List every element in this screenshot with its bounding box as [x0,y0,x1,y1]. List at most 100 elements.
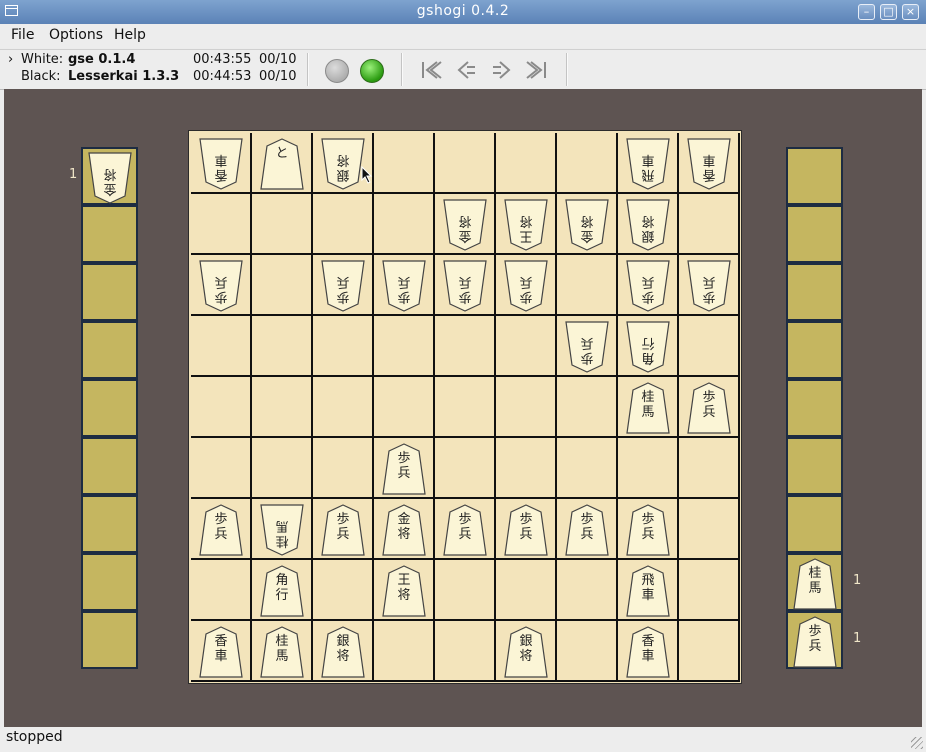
board-square[interactable]: 歩 兵 [618,499,679,560]
board-square[interactable] [313,194,374,255]
board-square[interactable]: 香 車 [618,621,679,682]
shogi-piece[interactable]: 歩 兵 [564,503,610,557]
board-square[interactable] [557,621,618,682]
shogi-piece[interactable]: 香 車 [625,625,671,679]
shogi-piece[interactable]: 歩 兵 [564,320,610,374]
shogi-piece[interactable]: 王 将 [381,564,427,618]
board-square[interactable] [435,560,496,621]
hand-slot[interactable] [786,437,843,495]
board-square[interactable]: 桂 馬 [252,621,313,682]
board-square[interactable]: 歩 兵 [374,438,435,499]
shogi-piece[interactable]: 歩 兵 [686,259,732,313]
board-square[interactable] [496,438,557,499]
board-square[interactable]: 王 将 [374,560,435,621]
board-square[interactable] [557,133,618,194]
board-square[interactable]: 銀 将 [496,621,557,682]
prev-move-icon[interactable] [453,58,479,82]
board-square[interactable]: 歩 兵 [435,499,496,560]
board-square[interactable] [252,377,313,438]
board-square[interactable]: 金 将 [374,499,435,560]
stop-button[interactable] [325,59,349,83]
board-square[interactable]: 歩 兵 [557,499,618,560]
shogi-piece[interactable]: 桂 馬 [792,557,838,611]
board-square[interactable] [191,194,252,255]
shogi-piece[interactable]: 香 車 [686,137,732,191]
board-square[interactable]: 歩 兵 [313,255,374,316]
shogi-piece[interactable]: 角 行 [625,320,671,374]
go-button[interactable] [360,59,384,83]
last-move-icon[interactable] [524,58,550,82]
resize-grip-icon[interactable] [911,737,923,749]
board-square[interactable] [679,621,740,682]
board-square[interactable]: 歩 兵 [618,255,679,316]
board-square[interactable]: 香 車 [191,621,252,682]
board-square[interactable] [191,438,252,499]
hand-slot[interactable]: 歩 兵 1 [786,611,861,669]
shogi-piece[interactable]: 歩 兵 [503,259,549,313]
board-square[interactable]: 飛 車 [618,133,679,194]
shogi-piece[interactable]: 桂 馬 [259,503,305,557]
shogi-piece[interactable]: 歩 兵 [442,503,488,557]
shogi-piece[interactable]: 角 行 [259,564,305,618]
board-square[interactable] [435,621,496,682]
board-square[interactable] [496,377,557,438]
next-move-icon[interactable] [489,58,515,82]
board-square[interactable]: 銀 将 [313,621,374,682]
board-square[interactable]: 歩 兵 [313,499,374,560]
board-square[interactable]: 桂 馬 [252,499,313,560]
board-square[interactable] [496,560,557,621]
menu-help[interactable]: Help [114,27,146,43]
hand-slot[interactable] [81,205,138,263]
hand-slot[interactable] [786,379,843,437]
shogi-piece[interactable]: 飛 車 [625,137,671,191]
shogi-piece[interactable]: 歩 兵 [442,259,488,313]
board-square[interactable] [557,438,618,499]
maximize-icon[interactable]: □ [880,4,897,20]
board-square[interactable]: 角 行 [618,316,679,377]
board-square[interactable]: 王 将 [496,194,557,255]
board-square[interactable]: 歩 兵 [557,316,618,377]
board-square[interactable]: 金 将 [435,194,496,255]
board-square[interactable]: 歩 兵 [679,255,740,316]
board-square[interactable] [435,316,496,377]
shogi-piece[interactable]: 歩 兵 [503,503,549,557]
shogi-piece[interactable]: 歩 兵 [198,259,244,313]
board-square[interactable] [252,438,313,499]
hand-slot[interactable]: 桂 馬 1 [786,553,861,611]
minimize-icon[interactable]: – [858,4,875,20]
board-square[interactable] [252,316,313,377]
board-square[interactable]: 桂 馬 [618,377,679,438]
hand-slot[interactable] [81,495,138,553]
shogi-piece[interactable]: 金 将 [564,198,610,252]
board-square[interactable] [374,133,435,194]
board-square[interactable] [557,377,618,438]
shogi-piece[interactable]: 金 将 [381,503,427,557]
hand-slot[interactable] [786,495,843,553]
shogi-piece[interactable]: 銀 将 [320,137,366,191]
board-square[interactable]: 飛 車 [618,560,679,621]
hand-slot[interactable] [81,437,138,495]
hand-slot[interactable] [786,263,843,321]
board-square[interactable] [374,621,435,682]
board-square[interactable]: と [252,133,313,194]
shogi-piece[interactable]: 歩 兵 [381,259,427,313]
shogi-piece[interactable]: 歩 兵 [320,503,366,557]
board-square[interactable] [313,377,374,438]
board-square[interactable]: 角 行 [252,560,313,621]
board-square[interactable] [191,377,252,438]
board-square[interactable] [191,316,252,377]
board-square[interactable]: 歩 兵 [191,255,252,316]
shogi-piece[interactable]: 歩 兵 [381,442,427,496]
hand-slot[interactable]: 金 将 1 [69,147,138,205]
shogi-piece[interactable]: 歩 兵 [686,381,732,435]
shogi-piece[interactable]: 歩 兵 [320,259,366,313]
board-square[interactable] [496,133,557,194]
board-square[interactable] [679,438,740,499]
hand-slot[interactable] [81,379,138,437]
shogi-piece[interactable]: 歩 兵 [792,615,838,669]
board-square[interactable] [435,133,496,194]
shogi-piece[interactable]: 銀 将 [503,625,549,679]
shogi-piece[interactable]: 香 車 [198,137,244,191]
board-square[interactable] [191,560,252,621]
board-square[interactable] [557,255,618,316]
